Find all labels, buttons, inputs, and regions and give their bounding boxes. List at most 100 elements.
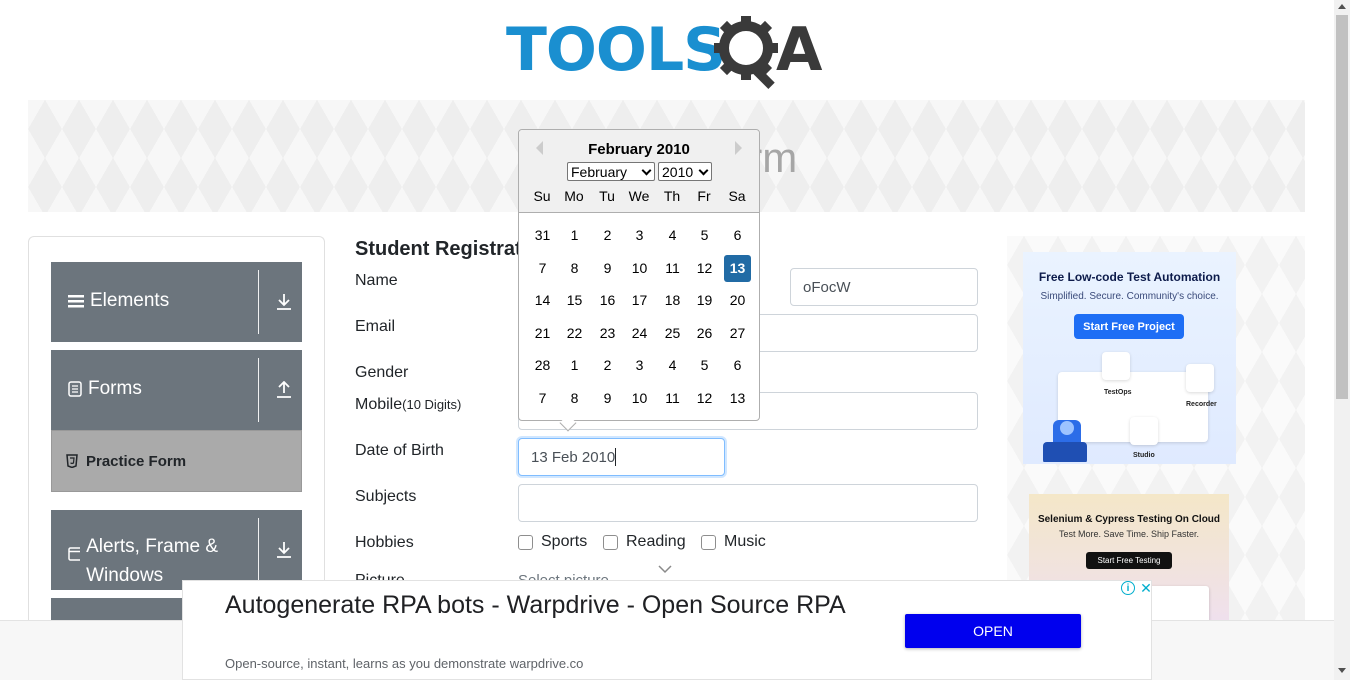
calendar-day[interactable]: 9 [594, 385, 621, 412]
window-icon [68, 547, 81, 561]
ad-label: TestOps [1104, 389, 1132, 396]
calendar-day[interactable]: 27 [724, 320, 751, 347]
hobby-reading[interactable]: Reading [603, 533, 686, 551]
calendar-day[interactable]: 12 [691, 255, 718, 282]
year-select-value: 2010 [662, 163, 694, 180]
calendar-day[interactable]: 28 [529, 352, 556, 379]
calendar-day[interactable]: 18 [659, 287, 686, 314]
html-icon [66, 454, 78, 468]
chevron-down-icon[interactable] [658, 565, 672, 574]
calendar-day[interactable]: 31 [529, 222, 556, 249]
calendar-day[interactable]: 11 [659, 255, 686, 282]
calendar-day[interactable]: 17 [626, 287, 653, 314]
nav-item-practice-form[interactable]: Practice Form [51, 430, 302, 492]
dropdown-caret-icon [641, 165, 652, 176]
calendar-day[interactable]: 7 [529, 255, 556, 282]
calendar-day[interactable]: 2 [594, 352, 621, 379]
subjects-input[interactable] [518, 484, 978, 522]
calendar-day[interactable]: 2 [594, 222, 621, 249]
calendar-day[interactable]: 14 [529, 287, 556, 314]
ad-headline[interactable]: Autogenerate RPA bots - Warpdrive - Open… [225, 589, 865, 621]
last-name-input[interactable]: oFocW [790, 268, 978, 306]
calendar-day[interactable]: 23 [594, 320, 621, 347]
nav-group-label: Elements [90, 290, 170, 311]
checkbox[interactable] [518, 534, 533, 550]
calendar-day[interactable]: 8 [561, 255, 588, 282]
scroll-down-arrow-icon[interactable] [1338, 668, 1346, 673]
download-arrow-icon[interactable] [276, 293, 292, 311]
calendar-day[interactable]: 15 [561, 287, 588, 314]
katalon-ad[interactable]: Free Low-code Test Automation Simplified… [1023, 252, 1236, 464]
dob-label: Date of Birth [355, 442, 444, 459]
calendar-day[interactable]: 20 [724, 287, 751, 314]
hobby-music[interactable]: Music [701, 533, 766, 551]
date-picker-header: February 2010 February 2010 Su Mo Tu We Th Fr… [519, 130, 759, 213]
calendar-day[interactable]: 24 [626, 320, 653, 347]
weekday-header: Sa [728, 188, 746, 204]
date-of-birth-input[interactable]: 13 Feb 2010 [518, 438, 725, 476]
date-of-birth-value: 13 Feb 2010 [531, 448, 616, 466]
scroll-up-arrow-icon[interactable] [1338, 4, 1346, 9]
calendar-day[interactable]: 4 [659, 222, 686, 249]
ad-choices[interactable]: i ✕ [1121, 581, 1153, 595]
calendar-day[interactable]: 12 [691, 385, 718, 412]
calendar-day[interactable]: 6 [724, 222, 751, 249]
nav-group-forms[interactable]: Forms [51, 350, 302, 430]
nav-group-alerts[interactable]: Alerts, Frame & Windows [51, 510, 302, 590]
calendar-day[interactable]: 3 [626, 222, 653, 249]
month-select[interactable]: February [567, 162, 655, 181]
mobile-label-text: Mobile [355, 396, 403, 413]
calendar-day[interactable]: 22 [561, 320, 588, 347]
calendar-day[interactable]: 10 [626, 385, 653, 412]
text-caret [615, 448, 617, 466]
document-icon [68, 381, 82, 397]
calendar-day[interactable]: 1 [561, 222, 588, 249]
calendar-day[interactable]: 7 [529, 385, 556, 412]
studio-icon [1130, 417, 1158, 445]
calendar-day[interactable]: 13 [724, 385, 751, 412]
subjects-label: Subjects [355, 488, 417, 505]
bottom-banner-ad[interactable]: Autogenerate RPA bots - Warpdrive - Open… [182, 580, 1152, 680]
download-arrow-icon[interactable] [276, 541, 292, 559]
scrollbar-thumb[interactable] [1336, 15, 1348, 399]
next-month-icon[interactable] [735, 141, 742, 155]
calendar-day[interactable]: 4 [659, 352, 686, 379]
calendar-day[interactable]: 5 [691, 222, 718, 249]
calendar-day[interactable]: 11 [659, 385, 686, 412]
calendar-day[interactable]: 16 [594, 287, 621, 314]
email-label: Email [355, 318, 396, 335]
left-nav-panel: Elements Forms Practice Form Alerts, Fra… [28, 236, 325, 638]
start-free-project-button[interactable]: Start Free Project [1074, 314, 1184, 339]
calendar-day[interactable]: 3 [626, 352, 653, 379]
calendar-day[interactable]: 13 [724, 255, 751, 282]
calendar-day[interactable]: 25 [659, 320, 686, 347]
open-button[interactable]: OPEN [905, 614, 1081, 648]
calendar-day[interactable]: 8 [561, 385, 588, 412]
calendar-day[interactable]: 26 [691, 320, 718, 347]
info-icon[interactable]: i [1121, 581, 1135, 595]
hobby-sports[interactable]: Sports [518, 533, 587, 551]
calendar-day[interactable]: 21 [529, 320, 556, 347]
nav-group-elements[interactable]: Elements [51, 262, 302, 342]
toolsqa-logo[interactable]: TOOLS A [506, 14, 830, 92]
checkbox[interactable] [603, 534, 618, 550]
calendar-day[interactable]: 6 [724, 352, 751, 379]
ad-title: Selenium & Cypress Testing On Cloud [1037, 514, 1221, 525]
year-select[interactable]: 2010 [658, 162, 712, 181]
checkbox[interactable] [701, 534, 716, 550]
calendar-day[interactable]: 1 [561, 352, 588, 379]
close-icon[interactable]: ✕ [1139, 581, 1153, 595]
divider [258, 270, 259, 334]
weekday-header: Th [663, 188, 681, 204]
logo-text: TOOLS [506, 15, 726, 85]
start-free-testing-button[interactable]: Start Free Testing [1086, 552, 1172, 569]
gender-label: Gender [355, 364, 409, 381]
divider [258, 358, 259, 422]
month-select-value: February [571, 163, 628, 180]
ad-label: Recorder [1186, 401, 1217, 408]
calendar-day[interactable]: 9 [594, 255, 621, 282]
calendar-day[interactable]: 10 [626, 255, 653, 282]
calendar-day[interactable]: 5 [691, 352, 718, 379]
calendar-day[interactable]: 19 [691, 287, 718, 314]
upload-arrow-icon[interactable] [276, 381, 292, 399]
